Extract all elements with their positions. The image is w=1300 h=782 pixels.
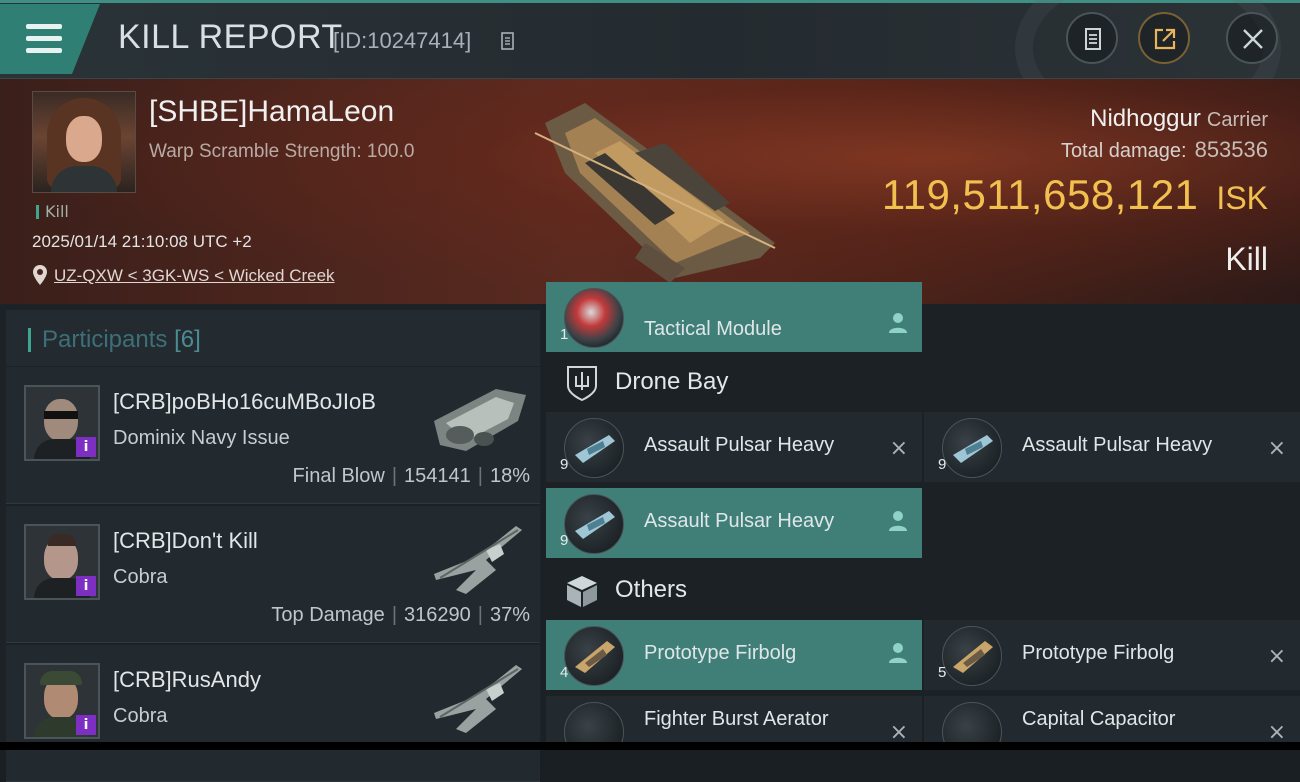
person-icon <box>889 511 907 531</box>
fitting-item[interactable]: 9 Assault Pulsar Heavy <box>546 488 922 558</box>
person-icon <box>889 643 907 663</box>
isk-value: 119,511,658,121 ISK <box>881 171 1268 218</box>
participant-row[interactable]: i [CRB]RusAndy Cobra <box>6 645 540 782</box>
clipboard-icon <box>1085 28 1101 50</box>
participant-ship: Cobra <box>113 705 168 727</box>
participant-stats: Top Damage | 316290 | 37% <box>271 604 530 626</box>
ship-render <box>534 103 776 283</box>
cap <box>40 671 82 685</box>
close-icon <box>1243 29 1263 49</box>
participant-ship: Cobra <box>113 566 168 588</box>
kill-banner: [SHBE]HamaLeon Warp Scramble Strength: 1… <box>0 79 1300 304</box>
participant-row[interactable]: i [CRB]poBHo16cuMBoJIoB Dominix Navy Iss… <box>6 367 540 504</box>
fitting-panel: 1 Tactical Module Drone Bay 9 Assault Pu… <box>542 282 1300 750</box>
participant-name[interactable]: [CRB]poBHo16cuMBoJIoB <box>113 389 376 415</box>
destroyed-mark-icon: × <box>1267 644 1286 669</box>
victim-portrait[interactable] <box>32 91 136 193</box>
ship-thumbnail <box>434 389 526 451</box>
person-icon <box>889 313 907 333</box>
total-damage: Total damage: 853536 <box>1060 137 1268 162</box>
victim-ship[interactable]: Nidhoggur Carrier <box>1090 105 1268 133</box>
fighter-icon <box>942 626 1002 686</box>
fitting-item[interactable]: 5 Prototype Firbolg × <box>924 620 1300 690</box>
result-label: Kill <box>1225 241 1268 277</box>
participant-name[interactable]: [CRB]Don't Kill <box>113 528 258 554</box>
sunglasses <box>44 411 78 419</box>
report-id: [ID:10247414] <box>333 28 472 53</box>
ship-thumbnail <box>434 526 522 594</box>
module-icon <box>564 288 624 348</box>
hamburger-icon <box>26 24 62 29</box>
others-header: Others <box>546 562 1300 620</box>
fitting-item[interactable]: 1 Tactical Module <box>546 282 922 352</box>
drone-bay-title: Drone Bay <box>615 368 729 395</box>
participant-stats: Final Blow | 154141 | 18% <box>292 465 530 487</box>
drone-bay-icon <box>567 366 597 402</box>
destroyed-mark-icon: × <box>889 436 908 461</box>
cube-icon <box>567 576 597 607</box>
others-title: Others <box>615 576 688 603</box>
participant-ship: Dominix Navy Issue <box>113 427 290 449</box>
info-badge[interactable]: i <box>76 437 96 457</box>
warp-scramble-strength: Warp Scramble Strength: 100.0 <box>149 141 415 162</box>
victim-name[interactable]: [SHBE]HamaLeon <box>149 95 394 129</box>
participants-header: Participants [6] <box>6 310 540 366</box>
copy-icon[interactable] <box>499 31 515 51</box>
bottom-edge <box>0 742 1300 750</box>
location-link[interactable]: UZ-QXW < 3GK-WS < Wicked Creek <box>54 266 335 286</box>
drone-icon <box>942 418 1002 478</box>
drone-icon <box>564 494 624 554</box>
info-badge[interactable]: i <box>76 715 96 735</box>
destroyed-mark-icon: × <box>1267 436 1286 461</box>
share-button[interactable] <box>1138 12 1190 64</box>
drone-bay-header: Drone Bay <box>546 354 1300 412</box>
top-bar: KILL REPORT [ID:10247414] <box>0 0 1300 136</box>
kill-datetime: 2025/01/14 21:10:08 UTC +2 <box>32 232 252 251</box>
clipboard-button[interactable] <box>1066 12 1118 64</box>
fitting-item[interactable]: 9 Assault Pulsar Heavy × <box>546 412 922 482</box>
page-title: KILL REPORT <box>118 18 343 56</box>
participant-row[interactable]: i [CRB]Don't Kill Cobra Top Damage | 31629… <box>6 506 540 643</box>
fitting-item[interactable]: 4 Prototype Firbolg <box>546 620 922 690</box>
location-pin-icon <box>33 265 47 285</box>
info-badge[interactable]: i <box>76 576 96 596</box>
participants-title: Participants [6] <box>42 326 201 353</box>
participant-name[interactable]: [CRB]RusAndy <box>113 667 261 693</box>
share-icon <box>1154 28 1176 50</box>
fitting-item[interactable]: 9 Assault Pulsar Heavy × <box>924 412 1300 482</box>
ship-thumbnail <box>434 665 522 733</box>
menu-button[interactable] <box>0 4 100 74</box>
kill-tag: Kill <box>36 202 69 221</box>
participants-panel: Participants [6] i [CRB]poBHo16cuMBoJIoB… <box>0 304 542 782</box>
fighter-icon <box>564 626 624 686</box>
close-button[interactable] <box>1226 12 1278 64</box>
drone-icon <box>564 418 624 478</box>
